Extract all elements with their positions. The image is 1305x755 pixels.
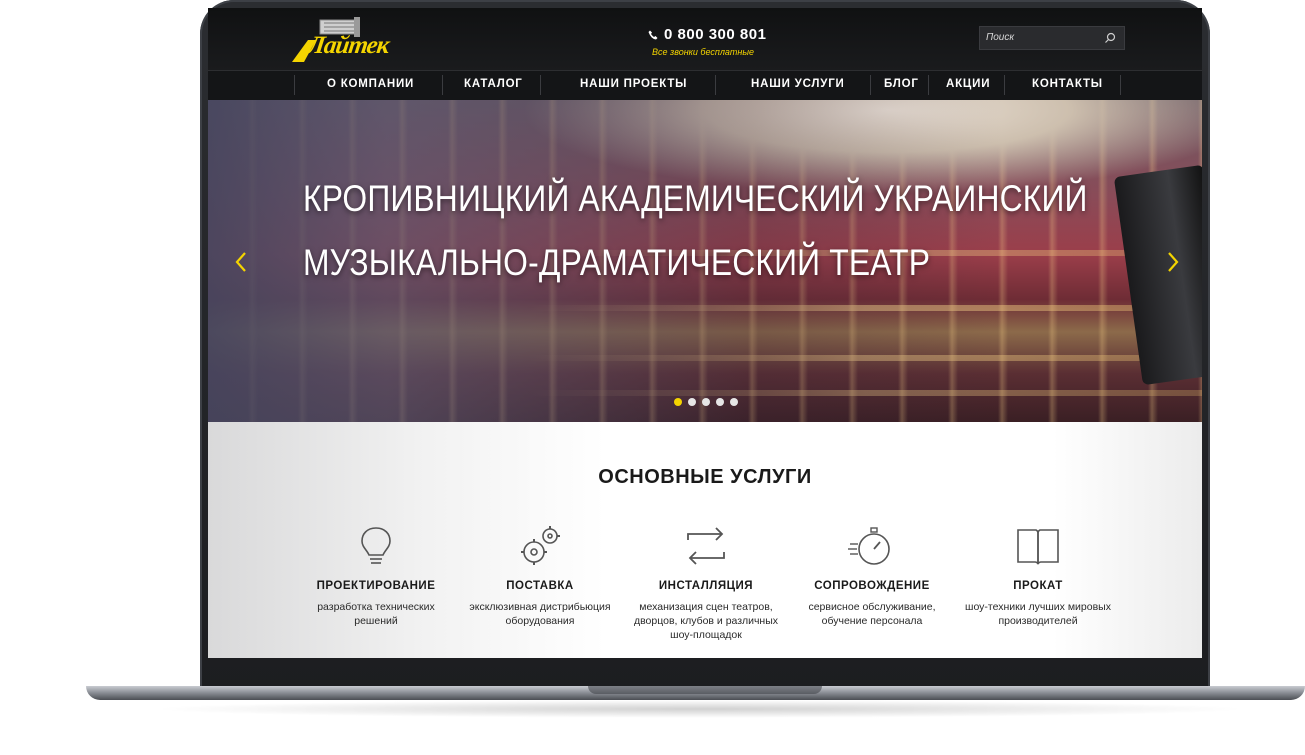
nav-item-contacts[interactable]: КОНТАКТЫ (1032, 78, 1103, 90)
services-title: ОСНОВНЫЕ УСЛУГИ (598, 466, 812, 488)
hero-slider: КРОПИВНИЦКИЙ АКАДЕМИЧЕСКИЙ УКРАИНСКИЙ МУ… (208, 100, 1202, 422)
nav-item-projects[interactable]: НАШИ ПРОЕКТЫ (580, 78, 687, 90)
nav-separator (715, 75, 716, 95)
services-section: ОСНОВНЫЕ УСЛУГИ ПРОЕКТИРОВАНИЕ разработк… (208, 422, 1202, 658)
laptop-screen: Лайтек 0 800 300 801 Все звонки бесплатн… (208, 8, 1202, 658)
service-card-design[interactable]: ПРОЕКТИРОВАНИЕ разработка технических ре… (296, 522, 456, 628)
service-title: ПОСТАВКА (506, 580, 574, 592)
lightbulb-icon (361, 527, 391, 564)
service-card-support[interactable]: СОПРОВОЖДЕНИЕ сервисное обслуживание, об… (792, 522, 952, 628)
service-title: ИНСТАЛЛЯЦИЯ (658, 580, 754, 592)
logo[interactable]: Лайтек (290, 14, 412, 66)
service-title: СОПРОВОЖДЕНИЕ (814, 580, 930, 592)
slide-title-line1: КРОПИВНИЦКИЙ АКАДЕМИЧЕСКИЙ УКРАИНСКИЙ (303, 178, 1088, 219)
nav-item-blog[interactable]: БЛОГ (884, 78, 919, 90)
service-title: ПРОКАТ (1013, 580, 1063, 592)
phone-number-text: 0 800 300 801 (664, 26, 767, 43)
stopwatch-icon (848, 527, 890, 565)
phone-number[interactable]: 0 800 300 801 (648, 26, 766, 43)
nav-item-about[interactable]: О КОМПАНИИ (327, 78, 414, 90)
logo-text: Лайтек (306, 32, 391, 59)
service-desc: эксклюзивная дистрибьюция оборудования (469, 601, 611, 627)
laptop-base-notch (588, 686, 822, 694)
nav-separator (442, 75, 443, 95)
slider-prev-arrow-icon[interactable] (234, 250, 248, 274)
exchange-arrows-icon (687, 527, 725, 565)
slider-dot[interactable] (674, 398, 682, 406)
main-nav: О КОМПАНИИ КАТАЛОГ НАШИ ПРОЕКТЫ НАШИ УСЛ… (208, 70, 1202, 100)
service-title: ПРОЕКТИРОВАНИЕ (316, 580, 436, 592)
search-input[interactable] (986, 32, 1096, 43)
phone-note: Все звонки бесплатные (652, 47, 754, 57)
service-card-supply[interactable]: ПОСТАВКА эксклюзивная дистрибьюция обору… (460, 522, 620, 628)
service-desc: шоу-техники лучших мировых производителе… (965, 601, 1111, 627)
slider-next-arrow-icon[interactable] (1166, 250, 1180, 274)
slider-dot[interactable] (702, 398, 710, 406)
slider-dot[interactable] (688, 398, 696, 406)
nav-separator (540, 75, 541, 95)
slide-title-line2: МУЗЫКАЛЬНО-ДРАМАТИЧЕСКИЙ ТЕАТР (303, 242, 931, 283)
open-book-icon (1017, 529, 1059, 565)
gears-icon (521, 526, 560, 565)
slider-dot[interactable] (730, 398, 738, 406)
nav-separator (294, 75, 295, 95)
phone-icon (648, 30, 658, 40)
laptop-shadow (150, 700, 1250, 718)
slider-dot[interactable] (716, 398, 724, 406)
nav-separator (1004, 75, 1005, 95)
service-desc: механизация сцен театров, дворцов, клубо… (633, 601, 779, 641)
service-card-rental[interactable]: ПРОКАТ шоу-техники лучших мировых произв… (958, 522, 1118, 628)
service-card-installation[interactable]: ИНСТАЛЛЯЦИЯ механизация сцен театров, дв… (626, 522, 786, 642)
nav-item-services[interactable]: НАШИ УСЛУГИ (751, 78, 845, 90)
nav-separator (1120, 75, 1121, 95)
site-header: Лайтек 0 800 300 801 Все звонки бесплатн… (208, 8, 1202, 70)
service-desc: разработка технических решений (317, 601, 435, 627)
nav-separator (928, 75, 929, 95)
nav-separator (870, 75, 871, 95)
stage: Лайтек 0 800 300 801 Все звонки бесплатн… (0, 0, 1305, 755)
slider-pagination (674, 398, 738, 406)
service-desc: сервисное обслуживание, обучение персона… (808, 601, 936, 627)
search-icon[interactable] (1104, 32, 1116, 44)
search-box (979, 26, 1125, 50)
nav-item-promotions[interactable]: АКЦИИ (946, 78, 990, 90)
nav-item-catalog[interactable]: КАТАЛОГ (464, 78, 523, 90)
